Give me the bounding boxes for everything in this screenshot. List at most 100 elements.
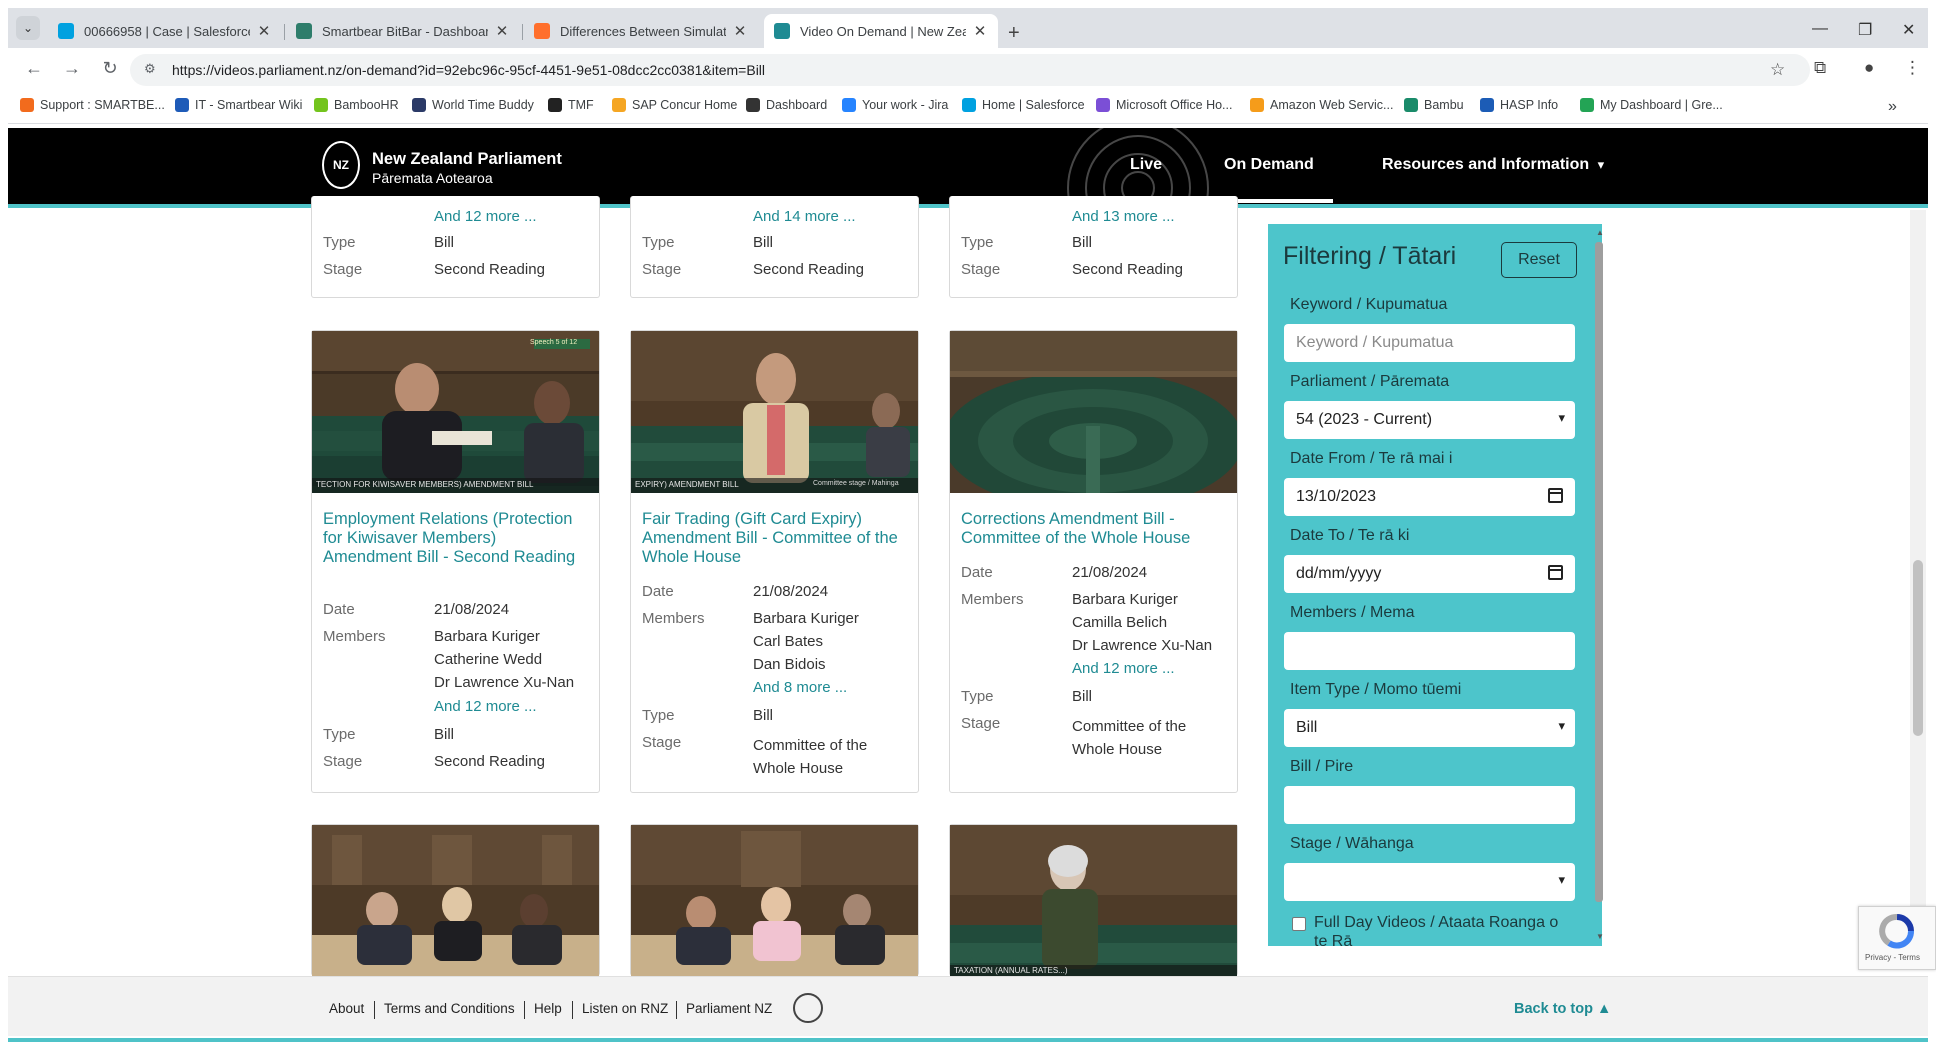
- video-thumbnail[interactable]: [631, 825, 918, 977]
- footer-separator: [524, 1001, 525, 1019]
- footer-link-listen-rnz[interactable]: Listen on RNZ: [582, 1001, 668, 1016]
- bookmark-dashboard[interactable]: Dashboard: [746, 98, 827, 112]
- bill-input[interactable]: [1284, 786, 1575, 824]
- bookmark-star-icon[interactable]: ☆: [1770, 60, 1785, 80]
- address-bar[interactable]: ⚙ https://videos.parliament.nz/on-demand…: [130, 54, 1810, 86]
- video-title-link[interactable]: Employment Relations (Protection for Kiw…: [323, 510, 583, 567]
- bookmark-jira[interactable]: Your work - Jira: [842, 98, 948, 112]
- close-tab-icon[interactable]: ✕: [256, 22, 272, 40]
- parliament-crest-icon[interactable]: NZ: [322, 141, 360, 189]
- more-members-link[interactable]: And 13 more ...: [1072, 208, 1175, 225]
- url-text[interactable]: https://videos.parliament.nz/on-demand?i…: [172, 62, 765, 78]
- bookmark-bambu[interactable]: Bambu: [1404, 98, 1464, 112]
- video-card[interactable]: And 12 more ... Type Bill Stage Second R…: [311, 196, 600, 298]
- chevron-down-icon: ▾: [1558, 718, 1565, 733]
- bookmark-my-dashboard[interactable]: My Dashboard | Gre...: [1580, 98, 1723, 112]
- reload-icon[interactable]: ↻: [98, 58, 122, 79]
- video-thumbnail[interactable]: TAXATION (ANNUAL RATES...): [950, 825, 1237, 977]
- members-input[interactable]: [1284, 632, 1575, 670]
- calendar-icon[interactable]: [1548, 488, 1563, 503]
- video-thumbnail[interactable]: [950, 331, 1237, 493]
- panel-scroll-up-icon[interactable]: ▲: [1596, 228, 1604, 237]
- bookmark-aws[interactable]: Amazon Web Servic...: [1250, 98, 1393, 112]
- recaptcha-badge[interactable]: Privacy - Terms: [1858, 906, 1936, 970]
- footer-accent-bar: [8, 1038, 1928, 1042]
- parliament-select[interactable]: 54 (2023 - Current) ▾: [1284, 401, 1575, 439]
- site-name[interactable]: New Zealand Parliament: [372, 150, 562, 169]
- video-title-link[interactable]: Corrections Amendment Bill - Committee o…: [961, 510, 1221, 548]
- video-card[interactable]: TECTION FOR KIWISAVER MEMBERS) AMENDMENT…: [311, 330, 600, 793]
- browser-tab-salesforce-case[interactable]: 00666958 | Case | Salesforce ✕: [48, 14, 282, 48]
- bookmark-hasp-info[interactable]: HASP Info: [1480, 98, 1558, 112]
- more-members-link[interactable]: And 14 more ...: [753, 208, 856, 225]
- restore-icon[interactable]: ❐: [1858, 20, 1872, 40]
- item-type-select[interactable]: Bill ▾: [1284, 709, 1575, 747]
- forward-arrow-icon[interactable]: →: [60, 58, 84, 79]
- profile-avatar-icon[interactable]: ●: [1864, 58, 1874, 78]
- accessibility-icon[interactable]: [793, 993, 823, 1023]
- footer-link-terms[interactable]: Terms and Conditions: [384, 1001, 515, 1016]
- date-from-input[interactable]: 13/10/2023: [1284, 478, 1575, 516]
- extensions-icon[interactable]: ⧉: [1814, 58, 1826, 78]
- minimize-icon[interactable]: —: [1812, 20, 1828, 38]
- close-tab-icon[interactable]: ✕: [732, 22, 748, 40]
- video-thumbnail[interactable]: EXPIRY) AMENDMENT BILL Committee stage /…: [631, 331, 918, 493]
- video-thumbnail[interactable]: TECTION FOR KIWISAVER MEMBERS) AMENDMENT…: [312, 331, 599, 493]
- panel-scrollbar-thumb[interactable]: [1595, 242, 1603, 902]
- bookmark-label: Support : SMARTBE...: [40, 98, 165, 112]
- video-card[interactable]: Corrections Amendment Bill - Committee o…: [949, 330, 1238, 793]
- bookmark-tmf[interactable]: TMF: [548, 98, 594, 112]
- bookmark-it-wiki[interactable]: IT - Smartbear Wiki: [175, 98, 302, 112]
- back-to-top-link[interactable]: Back to top ▲: [1514, 1001, 1611, 1017]
- video-card[interactable]: [630, 824, 919, 977]
- close-window-icon[interactable]: ✕: [1902, 20, 1915, 40]
- footer-link-help[interactable]: Help: [534, 1001, 562, 1016]
- video-card[interactable]: TAXATION (ANNUAL RATES...): [949, 824, 1238, 977]
- site-settings-icon[interactable]: ⚙: [144, 61, 156, 77]
- close-tab-icon[interactable]: ✕: [494, 22, 510, 40]
- stage-label: Stage: [642, 734, 682, 751]
- video-card[interactable]: And 14 more ... Type Bill Stage Second R…: [630, 196, 919, 298]
- type-value: Bill: [434, 726, 455, 743]
- video-card[interactable]: EXPIRY) AMENDMENT BILL Committee stage /…: [630, 330, 919, 793]
- page-scrollbar-thumb[interactable]: [1913, 560, 1923, 736]
- more-members-link[interactable]: And 12 more ...: [1072, 660, 1175, 677]
- recaptcha-links[interactable]: Privacy - Terms: [1865, 953, 1920, 962]
- back-arrow-icon[interactable]: ←: [22, 58, 46, 79]
- more-members-link[interactable]: And 8 more ...: [753, 679, 847, 696]
- nav-live[interactable]: Live: [1130, 156, 1162, 174]
- calendar-icon[interactable]: [1548, 565, 1563, 580]
- bookmark-support[interactable]: Support : SMARTBE...: [20, 98, 165, 112]
- bookmark-bamboohr[interactable]: BambooHR: [314, 98, 399, 112]
- bookmark-favicon-icon: [548, 98, 562, 112]
- more-bookmarks-icon[interactable]: »: [1888, 98, 1897, 116]
- more-members-link[interactable]: And 12 more ...: [434, 698, 537, 715]
- panel-scroll-down-icon[interactable]: ▼: [1596, 932, 1604, 941]
- stage-select[interactable]: ▾: [1284, 863, 1575, 901]
- browser-menu-icon[interactable]: ⋮: [1904, 58, 1921, 78]
- video-thumbnail[interactable]: [312, 825, 599, 977]
- video-title-link[interactable]: Fair Trading (Gift Card Expiry) Amendmen…: [642, 510, 902, 567]
- footer-link-parliament-nz[interactable]: Parliament NZ: [686, 1001, 772, 1016]
- tab-title: 00666958 | Case | Salesforce: [84, 23, 250, 39]
- browser-tab-differences[interactable]: Differences Between Simulated... ✕: [524, 14, 758, 48]
- nav-resources[interactable]: Resources and Information ▾: [1382, 156, 1604, 174]
- tab-search-button[interactable]: ⌄: [16, 16, 40, 40]
- bookmark-world-time-buddy[interactable]: World Time Buddy: [412, 98, 534, 112]
- browser-tab-bitbar[interactable]: Smartbear BitBar - Dashboard ✕: [286, 14, 520, 48]
- video-card[interactable]: And 13 more ... Type Bill Stage Second R…: [949, 196, 1238, 298]
- new-tab-icon[interactable]: +: [1008, 22, 1020, 45]
- footer-link-about[interactable]: About: [329, 1001, 364, 1016]
- bookmark-salesforce-home[interactable]: Home | Salesforce: [962, 98, 1085, 112]
- date-to-input[interactable]: dd/mm/yyyy: [1284, 555, 1575, 593]
- close-tab-icon[interactable]: ✕: [972, 22, 988, 40]
- reset-button[interactable]: Reset: [1501, 242, 1577, 278]
- video-card[interactable]: [311, 824, 600, 977]
- more-members-link[interactable]: And 12 more ...: [434, 208, 537, 225]
- full-day-videos-checkbox[interactable]: [1292, 917, 1306, 931]
- bookmark-microsoft-office[interactable]: Microsoft Office Ho...: [1096, 98, 1232, 112]
- browser-tab-video-on-demand[interactable]: Video On Demand | New Zealan ✕: [764, 14, 998, 48]
- nav-on-demand[interactable]: On Demand: [1224, 156, 1314, 174]
- bookmark-sap-concur[interactable]: SAP Concur Home: [612, 98, 737, 112]
- keyword-input[interactable]: Keyword / Kupumatua: [1284, 324, 1575, 362]
